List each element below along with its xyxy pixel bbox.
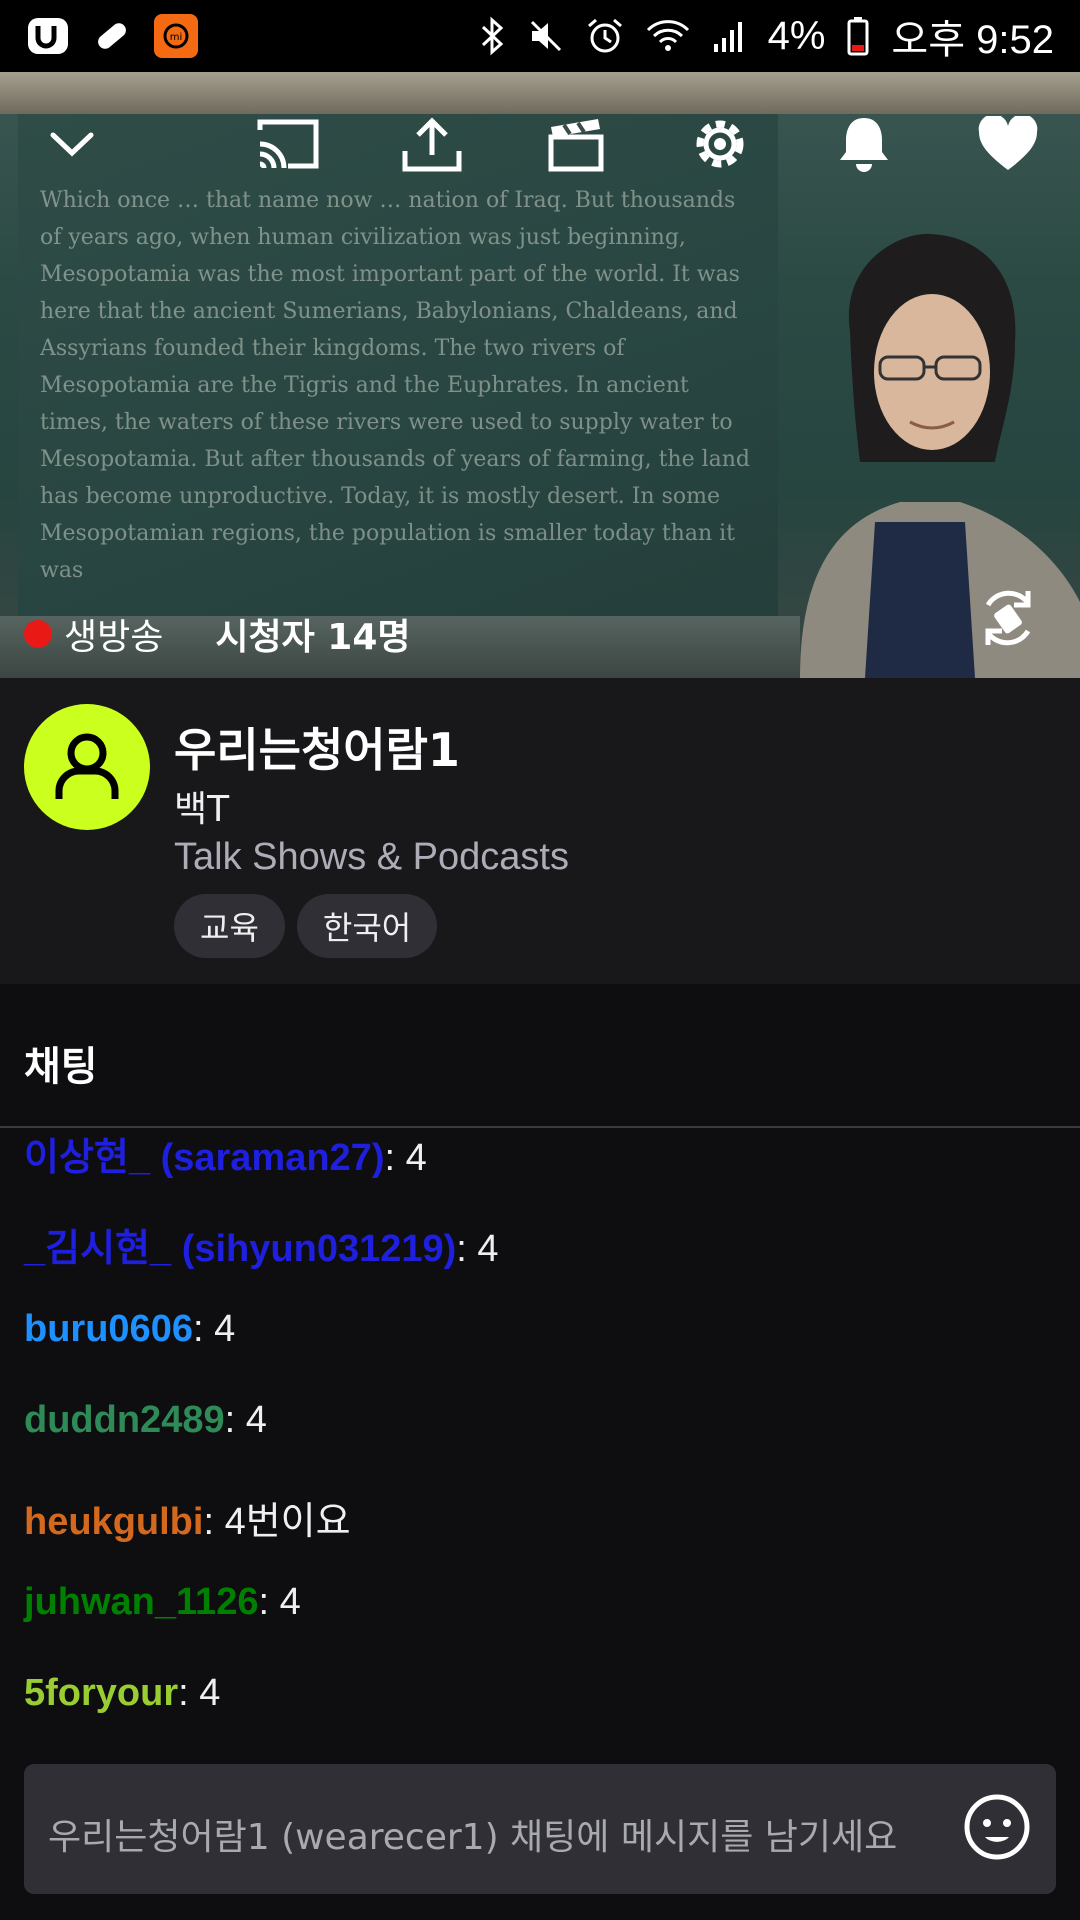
bandage-icon xyxy=(92,16,132,56)
cast-icon xyxy=(254,116,322,176)
avatar[interactable] xyxy=(24,704,150,830)
chat-username[interactable]: duddn2489 xyxy=(24,1399,225,1441)
chat-message: juhwan_1126: 4 xyxy=(24,1581,301,1623)
chat-username[interactable]: juhwan_1126 xyxy=(24,1581,258,1623)
chat-message: buru0606: 4 xyxy=(24,1308,236,1350)
stream-title: 백T xyxy=(174,789,230,830)
chat-message: 이상현_ (saraman27): 4 xyxy=(24,1137,427,1179)
bell-icon xyxy=(836,114,892,178)
alarm-icon xyxy=(586,17,624,55)
live-status: 생방송 시청자 14명 xyxy=(24,608,411,660)
video-player[interactable]: Which once … that name now … nation of I… xyxy=(0,72,1080,678)
chat-username[interactable]: heukgulbi xyxy=(24,1501,203,1543)
live-label: 생방송 xyxy=(64,617,164,658)
chat-text: 4번이요 xyxy=(224,1501,351,1543)
chat-message-list[interactable]: 이상현_ (saraman27): 4 _김시현_ (sihyun031219)… xyxy=(0,1128,1080,1748)
chat-text: 4 xyxy=(214,1308,236,1350)
emote-button[interactable] xyxy=(962,1794,1032,1864)
chat-text: 4 xyxy=(405,1137,427,1179)
follow-button[interactable] xyxy=(968,110,1048,182)
chat-text: 4 xyxy=(477,1228,499,1270)
battery-percent: 4% xyxy=(767,13,826,58)
user-icon xyxy=(47,725,127,809)
chat-text: 4 xyxy=(279,1581,301,1623)
collapse-button[interactable] xyxy=(32,110,112,182)
tag-education[interactable]: 교육 xyxy=(174,894,285,958)
heart-icon xyxy=(977,114,1039,176)
notifications-button[interactable] xyxy=(824,110,904,182)
tag-korean[interactable]: 한국어 xyxy=(296,894,438,958)
signal-icon xyxy=(712,18,746,54)
share-icon xyxy=(401,115,463,177)
status-bar: mi 4% 오후 9:52 xyxy=(0,0,1080,72)
chat-input-placeholder: 우리는청어람1 (wearecer1) 채팅에 메시지를 남기세요 xyxy=(48,1817,898,1858)
chat-username[interactable]: 5foryour xyxy=(24,1672,178,1714)
chevron-down-icon xyxy=(49,129,95,163)
chat-text: 4 xyxy=(245,1399,267,1441)
player-toolbar xyxy=(0,110,1080,182)
status-bar-left: mi xyxy=(26,14,198,58)
channel-name[interactable]: 우리는청어람1 xyxy=(174,714,460,780)
board-frame xyxy=(0,72,1080,114)
clip-button[interactable] xyxy=(536,110,616,182)
settings-button[interactable] xyxy=(680,110,760,182)
tag-list: 교육 한국어 xyxy=(174,894,438,958)
cast-button[interactable] xyxy=(248,110,328,182)
gear-icon xyxy=(688,112,752,180)
share-button[interactable] xyxy=(392,110,472,182)
smiley-icon xyxy=(963,1793,1031,1865)
mute-icon xyxy=(528,18,564,54)
app-u-icon xyxy=(26,14,70,58)
channel-info: 우리는청어람1 백T Talk Shows & Podcasts 교육 한국어 xyxy=(0,678,1080,984)
clip-icon xyxy=(546,115,606,177)
bluetooth-icon xyxy=(480,16,506,56)
chat-username[interactable]: _김시현_ (sihyun031219) xyxy=(24,1228,456,1270)
chat-message: _김시현_ (sihyun031219): 4 xyxy=(24,1228,499,1270)
chat-username[interactable]: 이상현_ (saraman27) xyxy=(24,1137,384,1179)
rotate-screen-icon xyxy=(976,585,1040,655)
chat-message: 5foryour: 4 xyxy=(24,1672,221,1714)
chat-message: heukgulbi: 4번이요 xyxy=(24,1501,351,1543)
chalkboard-text: Which once … that name now … nation of I… xyxy=(40,188,750,583)
status-bar-right: 4% 오후 9:52 xyxy=(480,7,1054,65)
chat-username[interactable]: buru0606 xyxy=(24,1308,193,1350)
wifi-icon xyxy=(646,18,690,54)
chat-message: duddn2489: 4 xyxy=(24,1399,267,1441)
mi-icon: mi xyxy=(154,14,198,58)
svg-text:mi: mi xyxy=(170,32,183,43)
live-dot-icon xyxy=(24,620,52,648)
viewer-count: 시청자 14명 xyxy=(215,617,411,658)
battery-icon xyxy=(847,16,869,56)
rotate-screen-button[interactable] xyxy=(968,580,1048,660)
clock: 오후 9:52 xyxy=(891,18,1054,62)
chat-title: 채팅 xyxy=(24,1044,98,1090)
chat-text: 4 xyxy=(199,1672,221,1714)
stream-category[interactable]: Talk Shows & Podcasts xyxy=(174,836,569,879)
chat-input[interactable]: 우리는청어람1 (wearecer1) 채팅에 메시지를 남기세요 xyxy=(24,1764,1056,1894)
chat-header: 채팅 xyxy=(0,984,1080,1128)
